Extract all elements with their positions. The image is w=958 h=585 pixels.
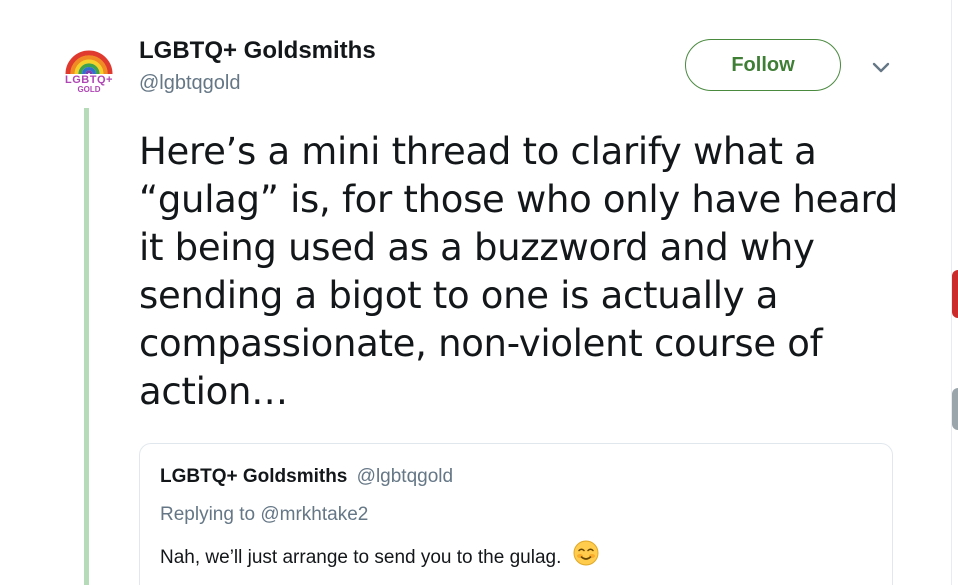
thread-line [84,108,89,585]
quoted-tweet[interactable]: LGBTQ+ Goldsmiths @lgbtqgold Replying to… [139,443,893,585]
avatar-label-line2: GOLD [77,85,101,94]
more-options-button[interactable] [866,56,896,80]
chevron-down-icon [872,62,890,73]
quoted-display-name: LGBTQ+ Goldsmiths [160,466,348,487]
avatar-label: LGBTQ+ GOLD [58,74,120,95]
quoted-tweet-text: Nah, we’ll just arrange to send you to t… [160,547,562,569]
replying-to-text: Replying to @mrkhtake2 [160,504,369,525]
follow-button[interactable]: Follow [685,39,841,91]
avatar-label-line1: LGBTQ+ [65,74,113,86]
smiling-blushing-face-icon [573,540,599,572]
adjacent-avatar-gray [952,388,958,430]
tweet-page: LGBTQ+ GOLD LGBTQ+ Goldsmiths @lgbtqgold… [0,0,958,585]
quoted-tweet-body: Nah, we’ll just arrange to send you to t… [160,540,599,572]
display-name[interactable]: LGBTQ+ Goldsmiths [139,37,376,65]
avatar[interactable]: LGBTQ+ GOLD [58,38,120,100]
user-handle[interactable]: @lgbtqgold [139,72,240,95]
tweet-text: Here’s a mini thread to clarify what a “… [139,130,898,413]
adjacent-avatar-red [952,270,958,318]
quoted-handle: @lgbtqgold [356,466,454,487]
quoted-tweet-header: LGBTQ+ Goldsmiths @lgbtqgold [160,466,453,488]
